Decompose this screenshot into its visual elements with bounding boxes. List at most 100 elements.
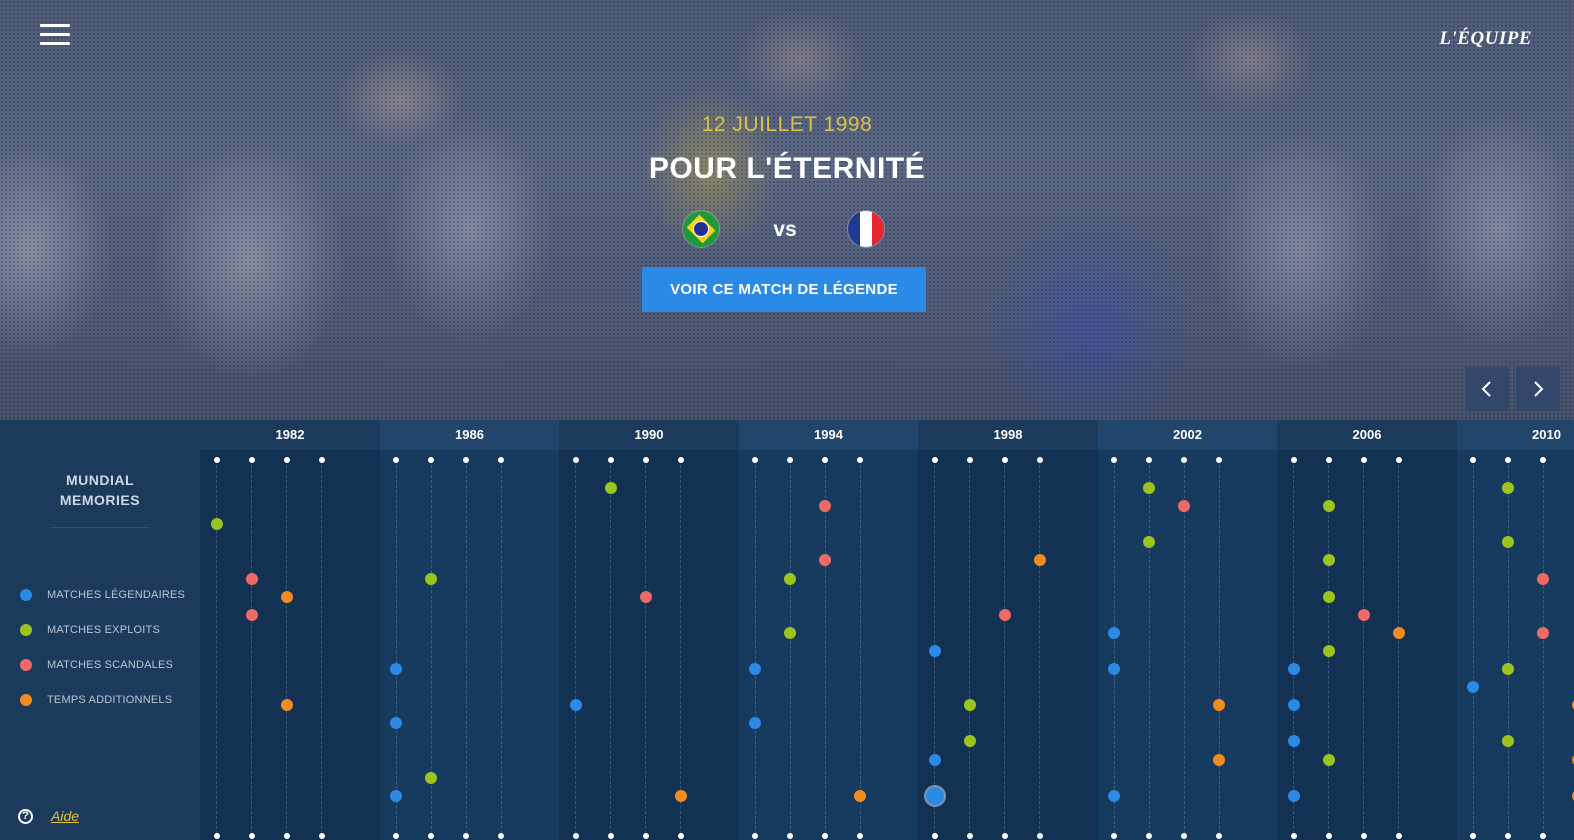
match-dot-exploit[interactable] [1502, 663, 1514, 675]
timeline-track [500, 460, 502, 834]
match-dot-exploit[interactable] [210, 518, 223, 531]
match-dot-legendaire[interactable] [749, 663, 761, 675]
match-dot-exploit[interactable] [604, 482, 617, 494]
previous-button[interactable] [1465, 367, 1509, 411]
match-dot-legendaire[interactable] [569, 699, 582, 712]
hamburger-menu-icon[interactable] [40, 24, 70, 48]
legend-dot-orange [20, 694, 32, 706]
track-end-dot [822, 457, 828, 463]
match-dot-scandale[interactable] [1537, 572, 1549, 585]
track-end-dot [1290, 457, 1297, 463]
match-dot-scandale[interactable] [819, 500, 831, 513]
year-header-1990[interactable]: 1990 [559, 420, 739, 450]
track-end-dot [1181, 833, 1187, 839]
track-end-dot [1290, 833, 1297, 839]
track-end-dot [1360, 457, 1367, 463]
legend-label: TEMPS ADDITIONNELS [47, 694, 173, 706]
track-end-dot [1325, 833, 1332, 839]
match-dot-temps[interactable] [1392, 626, 1405, 639]
year-header-1986[interactable]: 1986 [379, 420, 560, 450]
help-label: Aide [51, 808, 80, 824]
match-dot-exploit[interactable] [425, 572, 437, 585]
match-dot-scandale[interactable] [1178, 500, 1190, 513]
match-dot-legendaire[interactable] [1108, 663, 1120, 675]
next-button[interactable] [1516, 367, 1560, 411]
year-column-2010: 2010 [1456, 420, 1574, 840]
track-end-dot [248, 457, 255, 463]
year-body [918, 450, 1098, 840]
year-header-1998[interactable]: 1998 [918, 420, 1098, 450]
match-dot-legendaire[interactable] [1287, 789, 1300, 802]
match-dot-temps[interactable] [280, 699, 293, 712]
track-end-dot [1036, 457, 1043, 463]
match-dot-scandale[interactable] [998, 608, 1011, 621]
help-link[interactable]: ? Aide [18, 808, 79, 824]
match-dot-exploit[interactable] [1322, 590, 1335, 603]
match-dot-temps[interactable] [1213, 753, 1225, 766]
match-dot-scandale[interactable] [1537, 626, 1549, 639]
match-dot-exploit[interactable] [1322, 554, 1335, 567]
track-end-dot [1111, 457, 1117, 463]
match-dot-temps[interactable] [854, 789, 866, 802]
year-body [559, 450, 739, 840]
timeline-track [645, 460, 646, 834]
year-header-2006[interactable]: 2006 [1277, 420, 1457, 450]
watch-legend-match-button[interactable]: VOIR CE MATCH DE LÉGENDE [642, 267, 926, 312]
match-dot-exploit[interactable] [425, 771, 437, 784]
timeline-track [969, 460, 970, 834]
match-dot-scandale[interactable] [245, 608, 258, 621]
track-end-dot [213, 833, 220, 839]
match-dot-scandale[interactable] [1357, 608, 1370, 621]
year-header-2010[interactable]: 2010 [1456, 420, 1574, 450]
year-column-2002: 2002 [1097, 420, 1278, 840]
track-end-dot [428, 833, 434, 839]
year-column-1986: 1986 [379, 420, 560, 840]
match-dot-exploit[interactable] [1322, 644, 1335, 657]
match-dot-legendaire[interactable] [1287, 663, 1300, 675]
match-dot-legendaire[interactable] [390, 789, 402, 802]
brand-line-2: MEMORIES [59, 492, 141, 508]
match-dot-legendaire[interactable] [1287, 699, 1300, 712]
timeline-track [610, 460, 611, 834]
timeline-track [1113, 460, 1115, 834]
match-dot-legendaire[interactable] [1108, 626, 1120, 639]
match-dot-exploit[interactable] [784, 626, 796, 639]
track-end-dot [1505, 457, 1511, 463]
legend-dot-red [20, 659, 32, 671]
year-body [379, 450, 560, 840]
match-dot-legendaire[interactable] [1467, 681, 1479, 694]
match-dot-legendaire[interactable] [928, 753, 941, 766]
match-dot-exploit[interactable] [1143, 482, 1155, 494]
year-header-1982[interactable]: 1982 [200, 420, 380, 450]
match-dot-exploit[interactable] [784, 572, 796, 585]
track-end-dot [1216, 833, 1222, 839]
match-dot-exploit[interactable] [963, 699, 976, 712]
match-dot-legendaire[interactable] [1287, 735, 1300, 748]
match-dot-legendaire[interactable] [928, 644, 941, 657]
lequipe-logo[interactable]: L'ÉQUIPE [1439, 28, 1532, 50]
match-dot-legendaire[interactable] [390, 663, 402, 675]
match-dot-exploit[interactable] [1322, 753, 1335, 766]
brand-divider [50, 527, 150, 528]
match-dot-legendaire-selected[interactable] [925, 786, 944, 805]
match-dot-scandale[interactable] [639, 590, 652, 603]
versus-label: vs [773, 218, 797, 241]
track-end-dot [1395, 833, 1402, 839]
match-dot-exploit[interactable] [1502, 482, 1514, 494]
match-dot-temps[interactable] [280, 590, 293, 603]
timeline-track [1148, 460, 1150, 834]
track-end-dot [677, 833, 684, 839]
match-dot-temps[interactable] [1033, 554, 1046, 567]
match-dot-exploit[interactable] [963, 735, 976, 748]
chevron-right-icon [1534, 381, 1544, 397]
year-header-2002[interactable]: 2002 [1097, 420, 1278, 450]
match-dot-scandale[interactable] [245, 572, 258, 585]
track-end-dot [752, 833, 758, 839]
year-column-1998: 1998 [918, 420, 1098, 840]
track-end-dot [966, 457, 973, 463]
track-end-dot [463, 833, 469, 839]
match-dot-exploit[interactable] [1322, 500, 1335, 513]
year-header-1994[interactable]: 1994 [738, 420, 919, 450]
match-dot-legendaire[interactable] [1108, 789, 1120, 802]
match-dot-temps[interactable] [674, 789, 687, 802]
